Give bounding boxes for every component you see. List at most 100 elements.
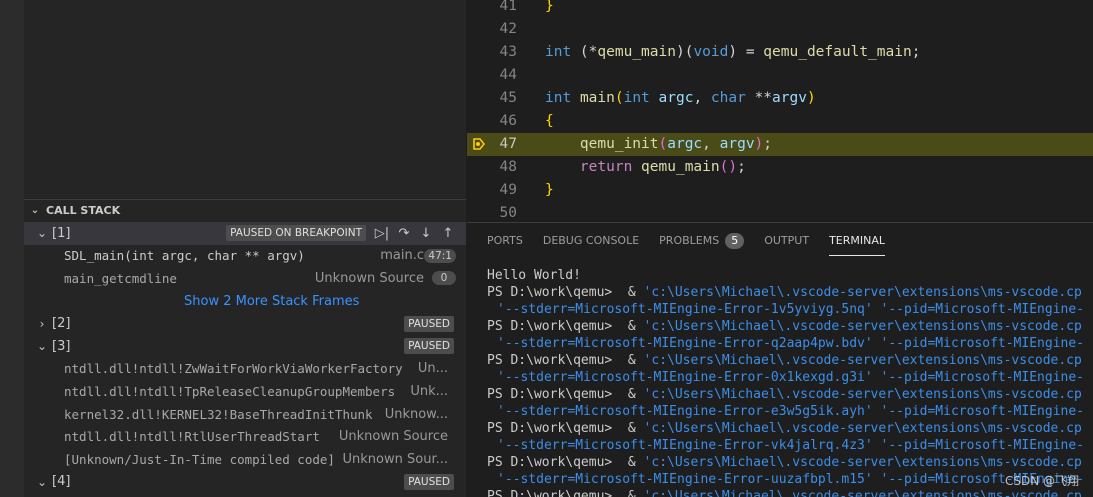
watermark: CSDN @飞翔 bbox=[1004, 474, 1079, 488]
thread-name: [3] bbox=[52, 338, 71, 354]
stack-frame-name: ntdll.dll!ntdll!ZwWaitForWorkViaWorkerFa… bbox=[64, 361, 403, 377]
step-out-icon[interactable]: ↑ bbox=[440, 226, 456, 241]
chevron-down-icon[interactable]: ⌄ bbox=[24, 339, 52, 353]
code-text: } bbox=[545, 0, 554, 14]
line-number: 46 bbox=[499, 113, 517, 129]
line-number: 47 bbox=[499, 136, 517, 152]
step-over-icon[interactable]: ↷ bbox=[396, 226, 412, 241]
terminal-line: '--stderr=Microsoft-MIEngine-Error-1v5yv… bbox=[497, 302, 1084, 317]
current-execution-line[interactable]: 47 qemu_init(argc, argv); bbox=[467, 133, 1093, 156]
tab-problems[interactable]: PROBLEMS 5 bbox=[659, 225, 745, 257]
tab-debug-console[interactable]: DEBUG CONSOLE bbox=[543, 226, 639, 255]
step-into-icon[interactable]: ↓ bbox=[418, 226, 434, 241]
tab-terminal[interactable]: TERMINAL bbox=[829, 226, 885, 256]
code-text: return qemu_main(); bbox=[579, 159, 746, 175]
code-text: qemu_init(argc, argv); bbox=[579, 136, 773, 152]
call-stack-title: CALL STACK bbox=[46, 204, 121, 217]
terminal-line: '--stderr=Microsoft-MIEngine-Error-e3w5g… bbox=[497, 404, 1084, 419]
line-number: 44 bbox=[499, 67, 517, 83]
thread-row-4[interactable]: ⌄ [4] PAUSED bbox=[24, 471, 466, 494]
sidebar-empty-area bbox=[24, 0, 466, 199]
code-line[interactable]: 41 } bbox=[467, 0, 1093, 18]
terminal-line: PS D:\work\qemu> & 'c:\Users\Michael\.vs… bbox=[487, 455, 1082, 470]
status-badge: PAUSED bbox=[404, 473, 454, 490]
bottom-panel: PORTS DEBUG CONSOLE PROBLEMS 5 OUTPUT TER… bbox=[467, 222, 1093, 497]
line-number: 49 bbox=[499, 182, 517, 198]
code-line[interactable]: 50 bbox=[467, 202, 1093, 222]
chevron-down-icon[interactable]: ⌄ bbox=[24, 475, 52, 489]
terminal-line: PS D:\work\qemu> & 'c:\Users\Michael\.vs… bbox=[487, 387, 1082, 402]
stack-frame-row[interactable]: kernel32.dll!KERNEL32!BaseThreadInitThun… bbox=[24, 403, 466, 426]
call-stack-header[interactable]: ⌄ CALL STACK bbox=[24, 199, 466, 221]
code-line[interactable]: 45 int main(int argc, char **argv) bbox=[467, 87, 1093, 110]
code-text: } bbox=[545, 182, 554, 198]
continue-icon[interactable]: ▷| bbox=[374, 226, 390, 241]
panel-tabs: PORTS DEBUG CONSOLE PROBLEMS 5 OUTPUT TER… bbox=[467, 223, 905, 258]
line-number: 41 bbox=[499, 0, 517, 14]
chevron-right-icon[interactable]: › bbox=[24, 317, 52, 331]
call-stack-list: ⌄ [1] PAUSED ON BREAKPOINT ▷| ↷ ↓ ↑ SDL_… bbox=[24, 222, 466, 493]
terminal-line: '--stderr=Microsoft-MIEngine-Error-0x1ke… bbox=[497, 370, 1084, 385]
code-text: { bbox=[545, 113, 554, 129]
line-number: 50 bbox=[499, 205, 517, 221]
status-badge: PAUSED ON BREAKPOINT bbox=[226, 225, 366, 242]
stack-frame-source: Un... bbox=[417, 361, 448, 377]
thread-row-3[interactable]: ⌄ [3] PAUSED bbox=[24, 335, 466, 358]
stack-frame-source: Unknow... bbox=[384, 406, 448, 422]
code-line[interactable]: 44 bbox=[467, 64, 1093, 87]
thread-debug-controls: ▷| ↷ ↓ ↑ bbox=[374, 226, 456, 241]
chevron-down-icon: ⌄ bbox=[30, 205, 40, 216]
stack-frame-row[interactable]: ntdll.dll!ntdll!TpReleaseCleanupGroupMem… bbox=[24, 380, 466, 403]
terminal-line: PS D:\work\qemu> & 'c:\Users\Michael\.vs… bbox=[487, 285, 1082, 300]
thread-name: [2] bbox=[52, 316, 71, 332]
terminal-line: PS D:\work\qemu> & 'c:\Users\Michael\.vs… bbox=[487, 421, 1082, 436]
terminal-line: '--stderr=Microsoft-MIEngine-Error-q2aap… bbox=[497, 336, 1084, 351]
line-number: 42 bbox=[499, 21, 517, 37]
stack-frame-name: [Unknown/Just-In-Time compiled code] bbox=[64, 451, 335, 467]
terminal-output[interactable]: Hello World! PS D:\work\qemu> & 'c:\User… bbox=[487, 267, 1093, 497]
code-line[interactable]: 46 { bbox=[467, 110, 1093, 133]
code-line[interactable]: 42 bbox=[467, 18, 1093, 41]
stack-frame-name: ntdll.dll!ntdll!RtlUserThreadStart bbox=[64, 429, 320, 445]
terminal-line: '--stderr=Microsoft-MIEngine-Error-vk4ja… bbox=[497, 438, 1084, 453]
terminal-line: PS D:\work\qemu> & 'c:\Users\Michael\.vs… bbox=[487, 319, 1082, 334]
activity-bar bbox=[0, 0, 24, 497]
stack-frame-row[interactable]: main_getcmdline Unknown Source 0 bbox=[24, 267, 466, 290]
thread-row-2[interactable]: › [2] PAUSED bbox=[24, 312, 466, 335]
thread-name: [4] bbox=[52, 474, 71, 490]
thread-name: [1] bbox=[52, 225, 71, 241]
thread-row-1[interactable]: ⌄ [1] PAUSED ON BREAKPOINT ▷| ↷ ↓ ↑ bbox=[24, 222, 466, 245]
line-number: 48 bbox=[499, 159, 517, 175]
chevron-down-icon[interactable]: ⌄ bbox=[24, 226, 52, 240]
code-line[interactable]: 48 return qemu_main(); bbox=[467, 156, 1093, 179]
terminal-line: PS D:\work\qemu> & 'c:\Users\Michael\.vs… bbox=[487, 489, 1082, 497]
tab-ports[interactable]: PORTS bbox=[487, 226, 523, 255]
terminal-line: '--stderr=Microsoft-MIEngine-Error-uuzaf… bbox=[497, 472, 1084, 487]
line-number: 45 bbox=[499, 90, 517, 106]
tab-output[interactable]: OUTPUT bbox=[764, 226, 809, 255]
stack-frame-name: SDL_main(int argc, char ** argv) bbox=[64, 248, 305, 264]
stack-frame-row[interactable]: ntdll.dll!ntdll!ZwWaitForWorkViaWorkerFa… bbox=[24, 358, 466, 381]
show-more-frames-row[interactable]: Show 2 More Stack Frames bbox=[24, 290, 466, 313]
problems-count-badge: 5 bbox=[725, 232, 745, 249]
code-line[interactable]: 43 int (*qemu_main)(void) = qemu_default… bbox=[467, 41, 1093, 64]
terminal-line: Hello World! bbox=[487, 268, 581, 283]
stack-frame-name: main_getcmdline bbox=[64, 270, 177, 286]
show-more-frames-link[interactable]: Show 2 More Stack Frames bbox=[24, 294, 359, 309]
debug-sidebar: ⌄ CALL STACK ⌄ [1] PAUSED ON BREAKPOINT … bbox=[24, 0, 466, 497]
stack-frame-row[interactable]: [Unknown/Just-In-Time compiled code] Unk… bbox=[24, 448, 466, 471]
line-number: 43 bbox=[499, 44, 517, 60]
stack-frame-name: ntdll.dll!ntdll!TpReleaseCleanupGroupMem… bbox=[64, 383, 396, 399]
code-line[interactable]: 49 } bbox=[467, 179, 1093, 202]
stack-frame-source: main.c bbox=[380, 248, 424, 264]
status-badge: PAUSED bbox=[404, 338, 454, 355]
stack-frame-row[interactable]: SDL_main(int argc, char ** argv) main.c … bbox=[24, 245, 466, 268]
code-editor[interactable]: 41 } 42 43 int (*qemu_main)(void) = qemu… bbox=[467, 0, 1093, 222]
terminal-line: PS D:\work\qemu> & 'c:\Users\Michael\.vs… bbox=[487, 353, 1082, 368]
stack-frame-row[interactable]: ntdll.dll!ntdll!RtlUserThreadStart Unkno… bbox=[24, 425, 466, 448]
stack-frame-source: Unknown Source bbox=[314, 270, 424, 286]
stack-frame-source: Unk... bbox=[410, 383, 448, 399]
code-text: int (*qemu_main)(void) = qemu_default_ma… bbox=[545, 44, 921, 60]
stack-frame-count: 0 bbox=[432, 271, 456, 286]
stack-frame-source: Unknown Sour... bbox=[342, 451, 448, 467]
